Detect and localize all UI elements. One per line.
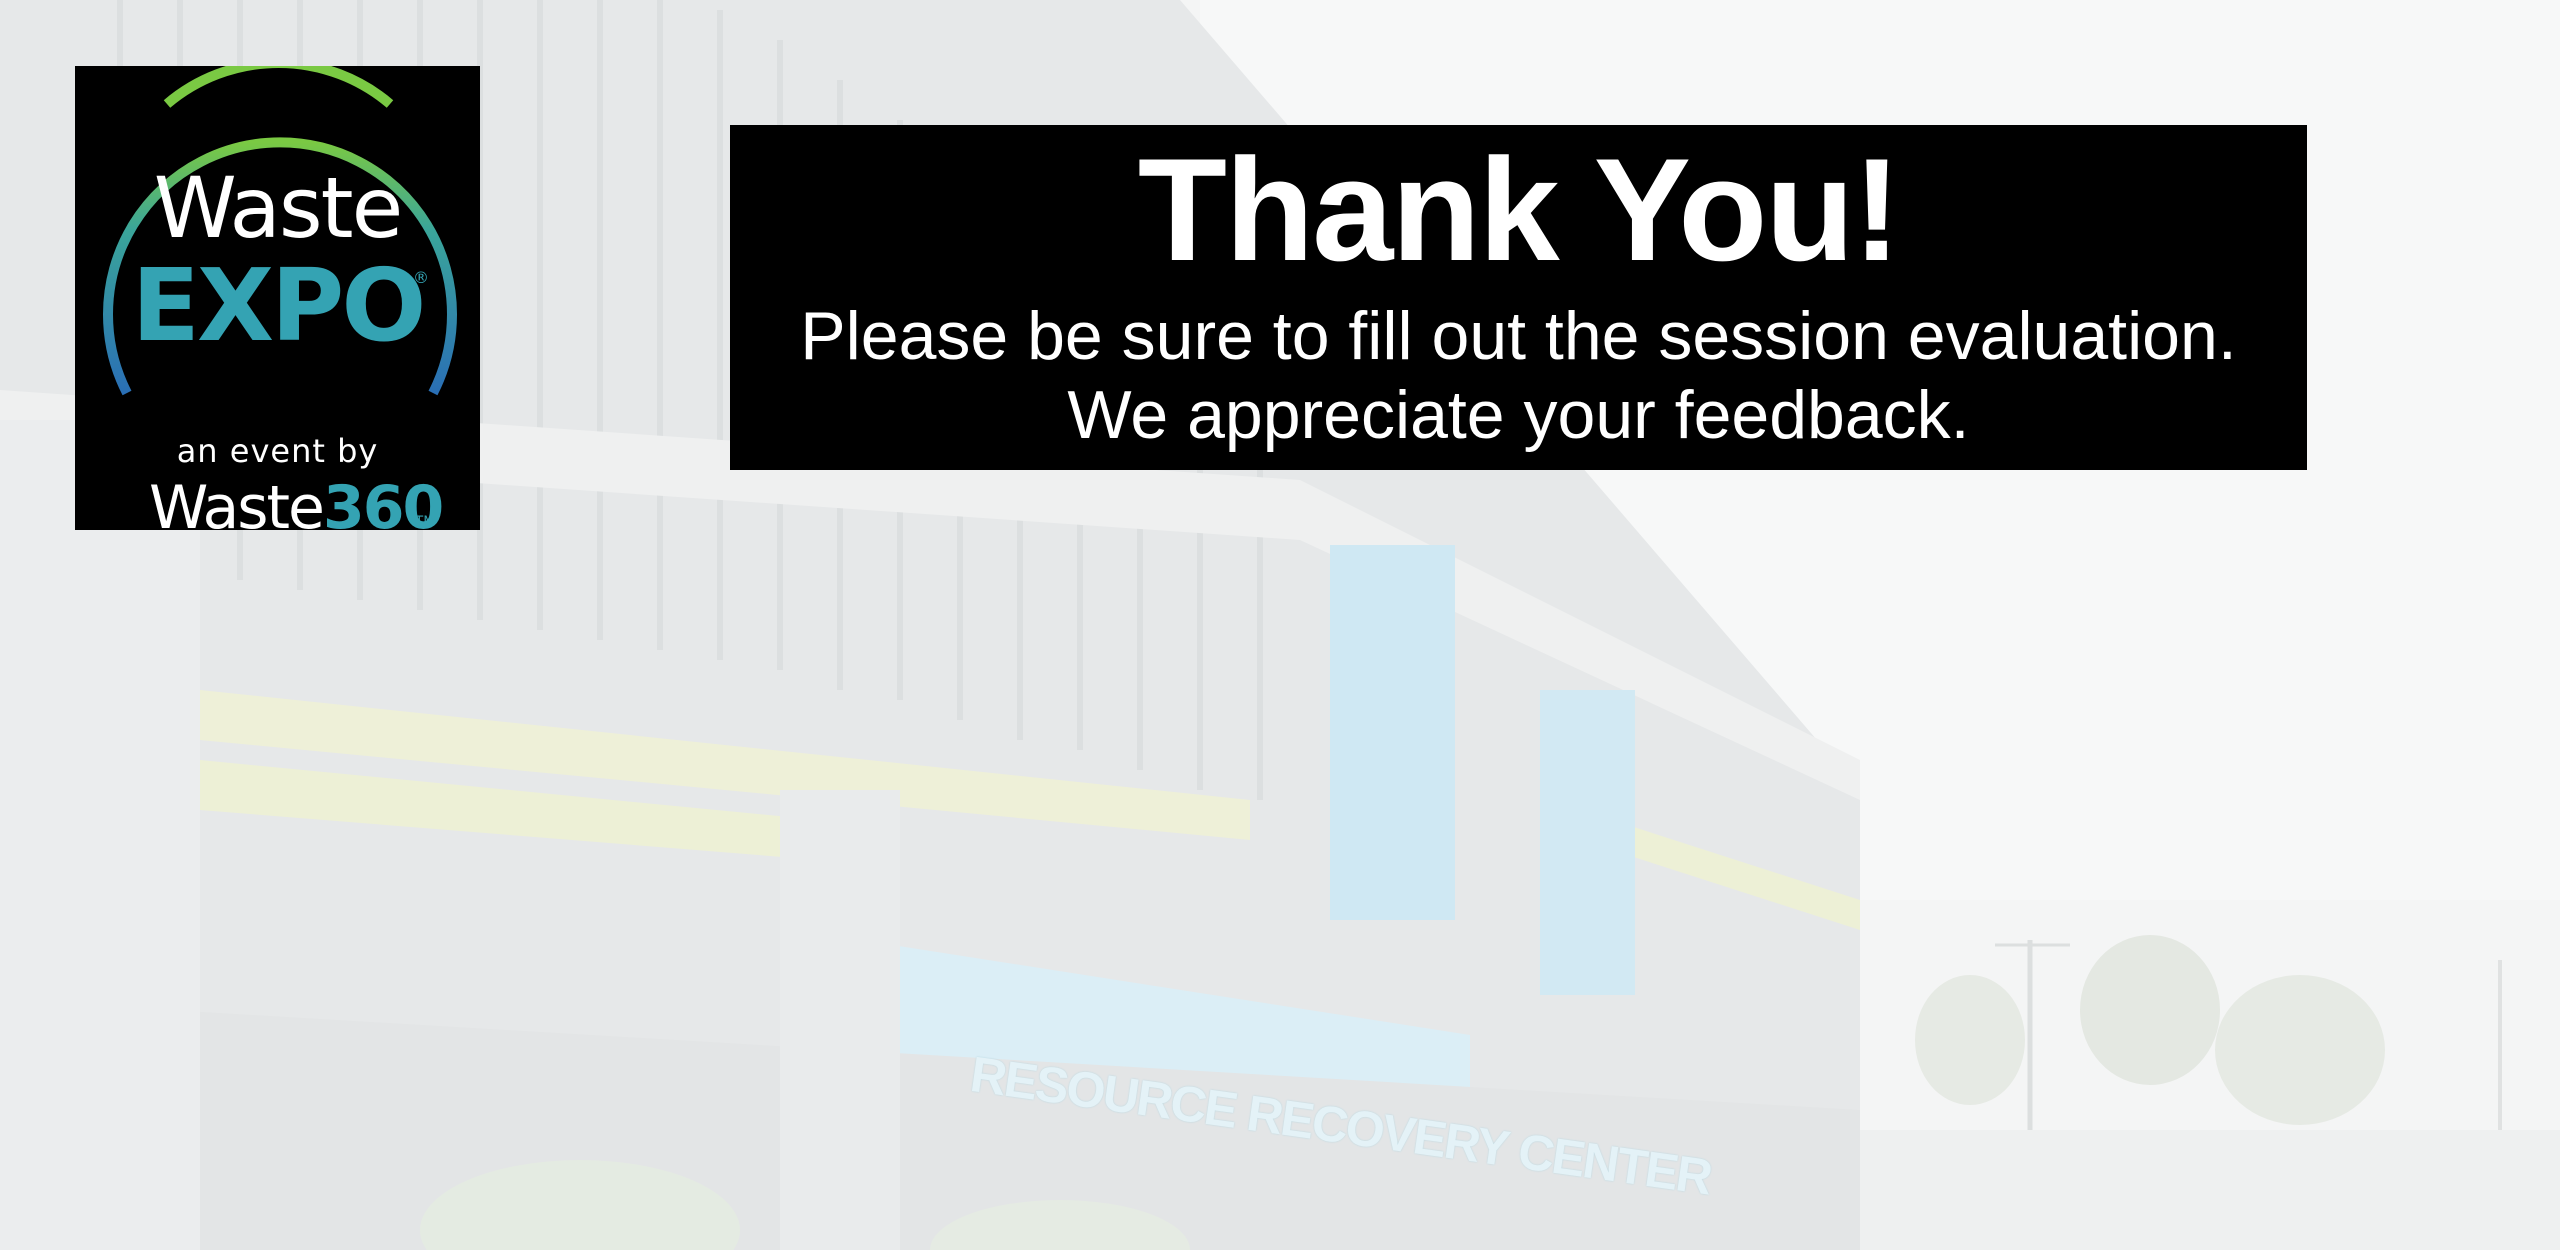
- thank-you-banner: Thank You! Please be sure to fill out th…: [730, 125, 2307, 470]
- banner-title: Thank You!: [1137, 128, 1901, 291]
- logo-tagline: an event by: [176, 432, 379, 470]
- banner-message-line1: Please be sure to fill out the session e…: [800, 298, 2237, 374]
- logo-waste-text: Waste: [153, 159, 404, 257]
- trademark-mark: TM: [415, 512, 436, 528]
- registered-mark: ®: [413, 268, 429, 287]
- waste360-brand: Waste360: [149, 478, 444, 530]
- brand-word: Waste: [149, 473, 325, 530]
- waste-expo-logo: Waste EXPO ® an event by Waste360 TM: [75, 66, 480, 530]
- banner-message-line2: We appreciate your feedback.: [1067, 377, 1970, 453]
